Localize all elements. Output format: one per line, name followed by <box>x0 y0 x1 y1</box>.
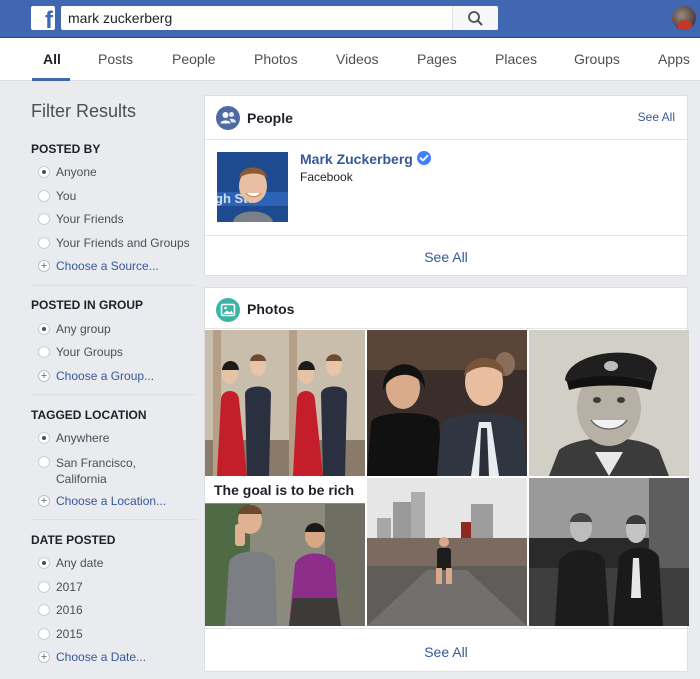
radio[interactable] <box>38 190 50 202</box>
radio-checked[interactable] <box>38 432 50 444</box>
tab-places[interactable]: Places <box>495 51 537 67</box>
choose-label: Choose a Group... <box>56 369 155 383</box>
option-label: Anywhere <box>56 431 110 445</box>
choose-label: Choose a Date... <box>56 650 147 664</box>
interview-photo-image <box>529 478 689 626</box>
plus-icon: + <box>38 260 50 272</box>
radio[interactable] <box>38 628 50 640</box>
event-photo-image <box>367 330 527 476</box>
tab-pages[interactable]: Pages <box>417 51 457 67</box>
tab-videos[interactable]: Videos <box>336 51 379 67</box>
active-tab-indicator <box>32 78 70 81</box>
card-divider <box>205 139 687 140</box>
uniform-photo-image <box>529 330 689 476</box>
section-heading-tagged-location: TAGGED LOCATION <box>31 408 147 422</box>
card-divider <box>205 328 687 329</box>
photos-see-all-bottom-link[interactable]: See All <box>205 644 687 660</box>
plus-icon: + <box>38 651 50 663</box>
plus-icon: + <box>38 495 50 507</box>
result-profile-photo[interactable]: gh Stu <box>217 152 288 222</box>
filter-sidebar: Filter Results POSTED BY Anyone You Your… <box>0 82 200 679</box>
tab-people[interactable]: People <box>172 51 216 67</box>
radio[interactable] <box>38 456 50 468</box>
result-name-link[interactable]: Mark Zuckerberg <box>300 151 413 167</box>
photo-thumbnail-5[interactable] <box>367 478 527 626</box>
search-input[interactable] <box>61 6 451 30</box>
option-label: Any group <box>56 322 111 336</box>
card-divider <box>205 235 687 236</box>
photo-thumbnail-1[interactable] <box>205 330 365 476</box>
radio[interactable] <box>38 237 50 249</box>
tab-posts[interactable]: Posts <box>98 51 133 67</box>
option-label: Your Friends and Groups <box>56 236 190 250</box>
tab-groups[interactable]: Groups <box>574 51 620 67</box>
tab-photos[interactable]: Photos <box>254 51 298 67</box>
search-result-tabs: All Posts People Photos Videos Pages Pla… <box>0 38 700 81</box>
section-heading-posted-in-group: POSTED IN GROUP <box>31 298 144 312</box>
couple-photo-image <box>205 330 365 476</box>
option-label: Your Groups <box>56 345 123 359</box>
card-divider <box>205 628 687 629</box>
people-icon <box>216 106 240 130</box>
people-results-card: People See All gh Stu Mark Zuckerberg Fa… <box>204 95 688 276</box>
photo-thumbnail-4[interactable]: The goal is to be rich <box>205 478 365 626</box>
option-label: Your Friends <box>56 212 124 226</box>
section-divider <box>31 394 196 395</box>
section-heading-date-posted: DATE POSTED <box>31 533 116 547</box>
profile-photo-image: gh Stu <box>217 152 288 222</box>
search-icon <box>468 11 483 26</box>
verified-badge-icon <box>417 151 431 165</box>
option-label: Any date <box>56 556 104 570</box>
search-button[interactable] <box>452 6 498 30</box>
people-card-title: People <box>247 110 293 126</box>
radio[interactable] <box>38 581 50 593</box>
option-label: San Francisco, California <box>56 456 137 486</box>
radio[interactable] <box>38 346 50 358</box>
radio-checked[interactable] <box>38 323 50 335</box>
plus-icon: + <box>38 370 50 382</box>
choose-label: Choose a Source... <box>56 259 159 273</box>
top-navigation-bar: f <box>0 0 700 38</box>
radio[interactable] <box>38 604 50 616</box>
tab-all[interactable]: All <box>43 51 61 67</box>
option-label: 2017 <box>56 580 83 594</box>
radio-checked[interactable] <box>38 166 50 178</box>
photo-thumbnail-2[interactable] <box>367 330 527 476</box>
facebook-logo-icon[interactable]: f <box>31 6 55 33</box>
photos-icon <box>216 298 240 322</box>
option-label: You <box>56 189 77 203</box>
profile-avatar[interactable] <box>672 6 696 30</box>
option-label: 2015 <box>56 627 83 641</box>
radio-checked[interactable] <box>38 557 50 569</box>
option-label: 2016 <box>56 603 83 617</box>
tab-apps[interactable]: Apps <box>658 51 690 67</box>
choose-label: Choose a Location... <box>56 494 167 508</box>
search-box <box>61 6 498 30</box>
people-see-all-top-link[interactable]: See All <box>638 110 675 124</box>
filter-title: Filter Results <box>31 101 137 121</box>
option-san-francisco[interactable]: San Francisco, California <box>38 455 168 487</box>
photo-thumbnail-3[interactable] <box>529 330 689 476</box>
photo-thumbnail-6[interactable] <box>529 478 689 626</box>
photo-caption-text: The goal is to be rich <box>214 482 355 498</box>
option-label: Anyone <box>56 165 97 179</box>
section-heading-posted-by: POSTED BY <box>31 142 101 156</box>
photos-card-title: Photos <box>247 301 295 317</box>
section-divider <box>31 285 196 286</box>
running-photo-image <box>367 478 527 626</box>
radio[interactable] <box>38 213 50 225</box>
result-subtitle: Facebook <box>300 170 353 184</box>
photos-results-card: Photos The goal is to be rich See All <box>204 287 689 672</box>
people-see-all-bottom-link[interactable]: See All <box>205 249 687 265</box>
section-divider <box>31 519 196 520</box>
